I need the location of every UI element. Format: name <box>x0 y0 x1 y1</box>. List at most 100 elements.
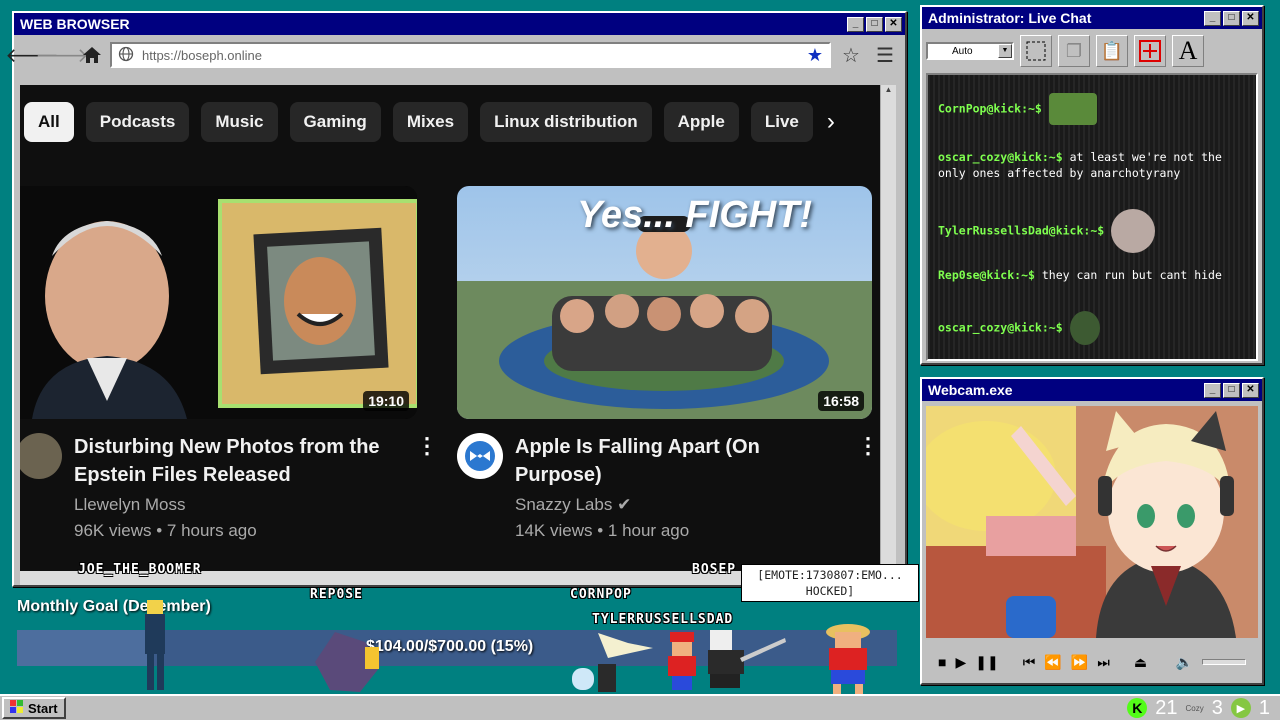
chat-username[interactable]: oscar_cozy@kick:~$ <box>938 150 1063 164</box>
eject-icon[interactable]: ⏏ <box>1134 654 1147 671</box>
view-count: 96K views <box>74 521 152 540</box>
hamburger-menu-icon[interactable]: ☰ <box>871 43 899 68</box>
goal-progress-fill <box>17 630 149 666</box>
select-rect-icon[interactable] <box>1020 35 1052 67</box>
stop-icon[interactable]: ■ <box>938 654 946 670</box>
chip-linux-distribution[interactable]: Linux distribution <box>480 102 652 142</box>
channel-name[interactable]: Snazzy Labs ✔ <box>515 495 845 515</box>
video-age: 7 hours ago <box>166 521 257 540</box>
video-title[interactable]: Apple Is Falling Apart (On Purpose) <box>515 433 845 489</box>
globe-icon <box>118 46 134 65</box>
chat-username[interactable]: oscar_cozy@kick:~$ <box>938 321 1063 335</box>
pause-icon[interactable]: ❚❚ <box>975 654 998 671</box>
chat-text: they can run but cant hide <box>1041 268 1222 282</box>
video-thumbnail[interactable]: 19:10 <box>20 186 417 419</box>
fast-forward-icon[interactable]: ⏩ <box>1071 654 1088 671</box>
font-icon[interactable]: A <box>1172 35 1204 67</box>
video-thumbnail[interactable]: Yes... FIGHT! 16:58 <box>457 186 872 419</box>
video-age: 1 hour ago <box>607 521 690 540</box>
video-card[interactable]: Yes... FIGHT! 16:58 Apple Is Falling Apa… <box>457 186 879 541</box>
chip-all[interactable]: All <box>24 102 74 142</box>
chat-username[interactable]: CornPop@kick:~$ <box>938 102 1042 116</box>
close-button[interactable]: ✕ <box>1242 382 1259 398</box>
scroll-up-icon[interactable]: ▲ <box>881 85 896 99</box>
video-stats: 96K views • 7 hours ago <box>74 521 257 540</box>
maximize-button[interactable]: □ <box>1223 10 1240 26</box>
goal-label: Monthly Goal (December) <box>17 598 211 615</box>
browser-titlebar[interactable]: WEB BROWSER _ □ ✕ <box>14 13 905 35</box>
minimize-button[interactable]: _ <box>1204 10 1221 26</box>
sprite-name-boseph: BOSEP <box>692 562 737 577</box>
webcam-title: Webcam.exe <box>928 382 1013 398</box>
category-chips: All Podcasts Music Gaming Mixes Linux di… <box>24 102 835 142</box>
chat-titlebar[interactable]: Administrator: Live Chat _ □ ✕ <box>922 7 1262 29</box>
volume-slider[interactable] <box>1202 659 1246 665</box>
browser-window: WEB BROWSER _ □ ✕ 🡐 🡒 https://boseph.onl… <box>5 11 907 587</box>
live-chat-window: Administrator: Live Chat _ □ ✕ Auto ▼ ❐ 📋… <box>920 5 1264 365</box>
skip-forward-icon[interactable]: ⏭ <box>1097 654 1110 671</box>
video-duration: 19:10 <box>363 391 409 411</box>
page-viewport: All Podcasts Music Gaming Mixes Linux di… <box>20 85 880 571</box>
speaker-icon[interactable]: 🔈 <box>1176 654 1193 671</box>
chip-gaming[interactable]: Gaming <box>289 102 381 142</box>
video-card[interactable]: 19:10 Disturbing New Photos from the Eps… <box>20 186 438 541</box>
sprite-dragon <box>315 632 380 692</box>
chat-message: oscar_cozy@kick:~$ <box>938 311 1254 345</box>
channel-avatar[interactable] <box>20 433 62 479</box>
minimize-button[interactable]: _ <box>847 16 864 32</box>
chat-username[interactable]: Rep0se@kick:~$ <box>938 268 1035 282</box>
close-button[interactable]: ✕ <box>885 16 902 32</box>
channel-avatar[interactable] <box>457 433 503 479</box>
url-text: https://boseph.online <box>142 47 262 63</box>
windows-logo-icon <box>10 699 24 717</box>
vtuber-avatar-image <box>926 406 1258 638</box>
channel-name[interactable]: Llewelyn Moss <box>74 495 404 515</box>
minimize-button[interactable]: _ <box>1204 382 1221 398</box>
size-select[interactable]: Auto ▼ <box>926 42 1014 60</box>
sprite-name-cornpop: CORNPOP <box>570 587 632 602</box>
sprite-swordsman <box>708 630 786 688</box>
chat-username[interactable]: TylerRussellsDad@kick:~$ <box>938 224 1104 238</box>
forward-arrow-icon[interactable]: 🡒 <box>35 43 89 67</box>
address-bar[interactable]: https://boseph.online ★ <box>110 42 831 68</box>
chip-apple[interactable]: Apple <box>663 102 739 142</box>
chip-mixes[interactable]: Mixes <box>392 102 469 142</box>
copy-icon[interactable]: ❐ <box>1058 35 1090 67</box>
move-icon[interactable] <box>1134 35 1166 67</box>
browser-title: WEB BROWSER <box>20 16 130 32</box>
play-icon[interactable]: ▶ <box>955 654 966 671</box>
chat-message: Rep0se@kick:~$ they can run but cant hid… <box>938 267 1254 283</box>
chat-message: CornPop@kick:~$ <box>938 93 1254 125</box>
video-title[interactable]: Disturbing New Photos from the Epstein F… <box>74 433 404 489</box>
close-button[interactable]: ✕ <box>1242 10 1259 26</box>
chat-message: oscar_cozy@kick:~$ at least we're not th… <box>938 149 1254 181</box>
paste-icon[interactable]: 📋 <box>1096 35 1128 67</box>
chevron-right-icon[interactable]: › <box>827 108 835 136</box>
emote-image <box>1048 93 1097 125</box>
chip-music[interactable]: Music <box>201 102 278 142</box>
more-options-icon[interactable]: ⋮ <box>416 433 438 541</box>
maximize-button[interactable]: □ <box>1223 382 1240 398</box>
sprite-name-joe: JOE_THE_BOOMER <box>78 562 202 577</box>
sprite-group-left <box>572 633 653 692</box>
goal-amount: $104.00/$700.00 (15%) <box>366 638 534 655</box>
webcam-titlebar[interactable]: Webcam.exe _ □ ✕ <box>922 379 1262 401</box>
start-button[interactable]: Start <box>2 697 66 719</box>
chat-title: Administrator: Live Chat <box>928 10 1092 26</box>
chip-podcasts[interactable]: Podcasts <box>85 102 190 142</box>
chevron-down-icon: ▼ <box>998 44 1012 58</box>
skip-back-icon[interactable]: ⏮ <box>1023 654 1036 671</box>
home-icon[interactable] <box>80 43 104 67</box>
browser-navbar: 🡐 🡒 https://boseph.online ★ ☆ ☰ <box>5 35 905 75</box>
rewind-icon[interactable]: ⏪ <box>1044 654 1061 671</box>
vertical-scrollbar[interactable]: ▲ <box>880 85 896 571</box>
favorite-star-icon[interactable]: ☆ <box>837 43 865 68</box>
chat-toolbar: Auto ▼ ❐ 📋 A <box>922 29 1262 73</box>
kick-logo-icon: K <box>1127 698 1148 718</box>
more-options-icon[interactable]: ⋮ <box>857 433 879 541</box>
sprite-name-repose: REP0SE <box>310 587 363 602</box>
maximize-button[interactable]: □ <box>866 16 883 32</box>
bookmark-star-icon[interactable]: ★ <box>807 45 823 66</box>
tray-label: Cozy <box>1185 703 1204 713</box>
chip-live[interactable]: Live <box>750 102 813 142</box>
